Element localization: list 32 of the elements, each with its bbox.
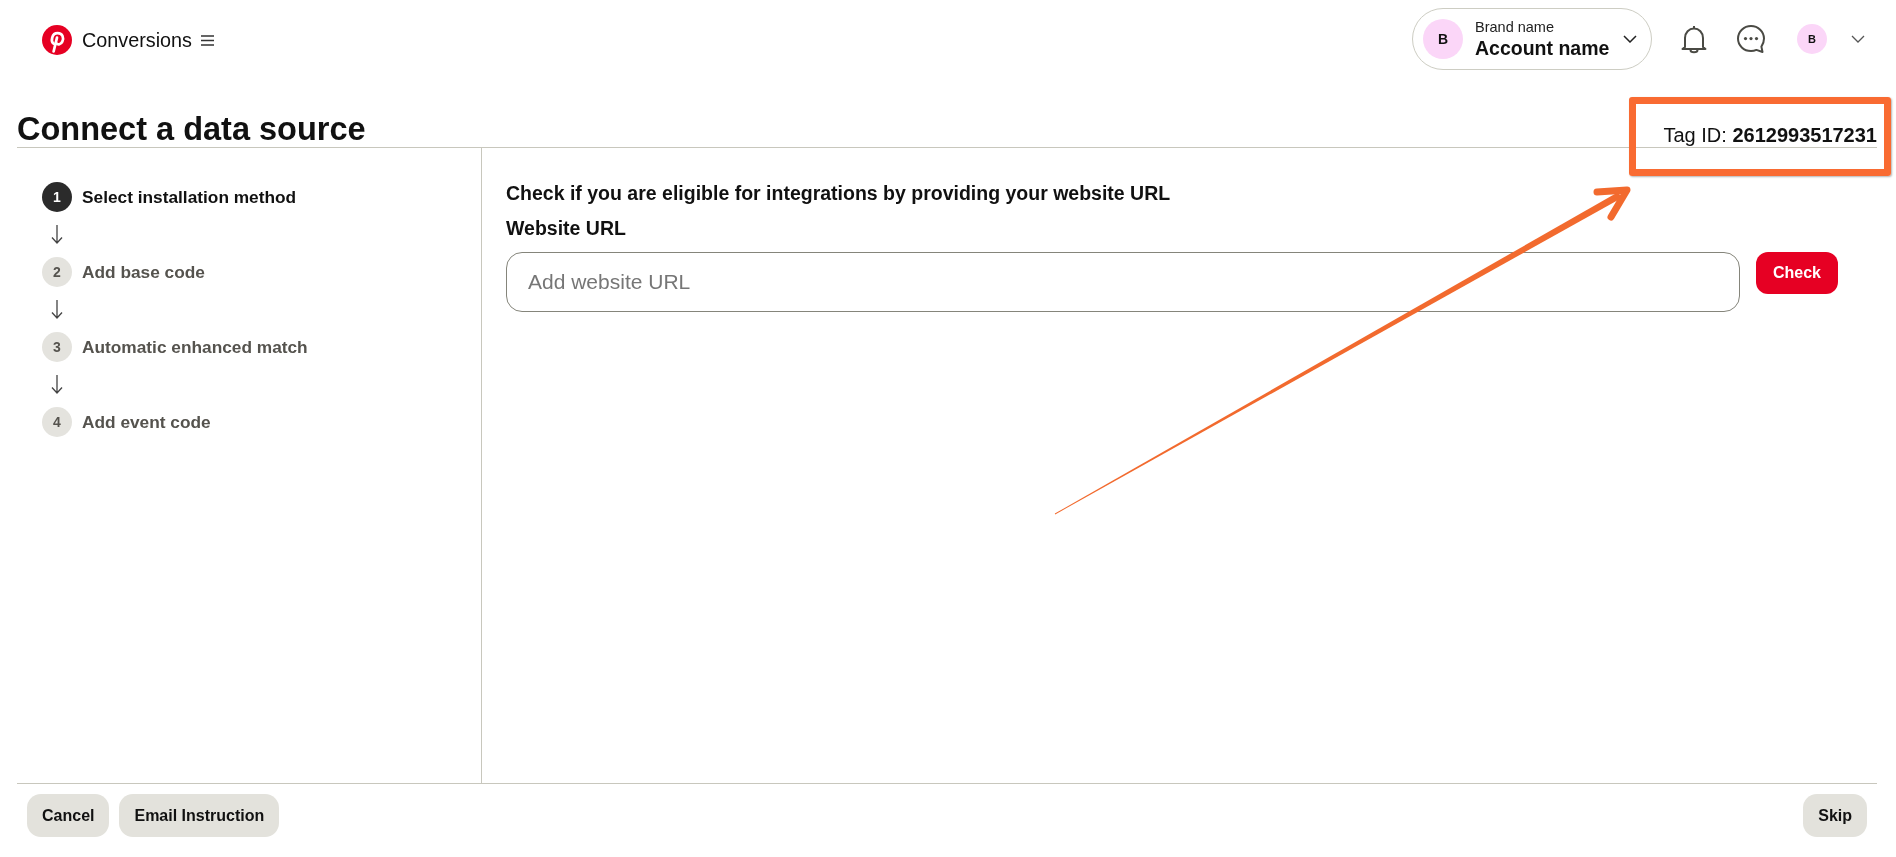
step-label[interactable]: Add event code	[82, 411, 211, 433]
step-label[interactable]: Automatic enhanced match	[82, 336, 308, 358]
step-number: 4	[42, 407, 72, 437]
section-heading: Check if you are eligible for integrations by providing your website URL	[506, 181, 1172, 206]
footer-button[interactable]: Email Instruction	[119, 794, 280, 837]
page-title: Connect a data source	[17, 111, 366, 147]
arrow-down-icon	[51, 225, 63, 244]
chevron-down-icon	[1623, 35, 1637, 43]
step-label[interactable]: Select installation method	[82, 186, 297, 208]
check-button[interactable]: Check	[1756, 252, 1838, 294]
chevron-down-icon[interactable]	[1851, 35, 1865, 43]
logo-icon[interactable]	[42, 25, 72, 55]
brand-name: Brand name	[1475, 18, 1554, 36]
skip-button[interactable]: Skip	[1803, 794, 1867, 837]
menu-icon[interactable]	[200, 34, 214, 46]
account-avatar: B	[1423, 19, 1463, 59]
step-number: 3	[42, 332, 72, 362]
bell-icon[interactable]	[1681, 24, 1707, 54]
step-number: 2	[42, 257, 72, 287]
step-number: 1	[42, 182, 72, 212]
url-input-field[interactable]: Add website URL	[506, 252, 1740, 312]
chat-bubble-icon[interactable]	[1736, 24, 1766, 54]
field-label: Website URL	[506, 216, 627, 241]
app-name: Conversions	[82, 28, 192, 52]
account-name: Account name	[1475, 35, 1610, 60]
footer-button[interactable]: Cancel	[27, 794, 110, 837]
account-switcher[interactable]: B Brand name Account name	[1412, 8, 1652, 70]
arrow-down-icon	[51, 300, 63, 319]
tag-id-text: Tag ID: 2612993517231	[1663, 123, 1877, 148]
user-avatar[interactable]: B	[1797, 24, 1827, 54]
arrow-down-icon	[51, 375, 63, 394]
step-label[interactable]: Add base code	[82, 261, 205, 283]
